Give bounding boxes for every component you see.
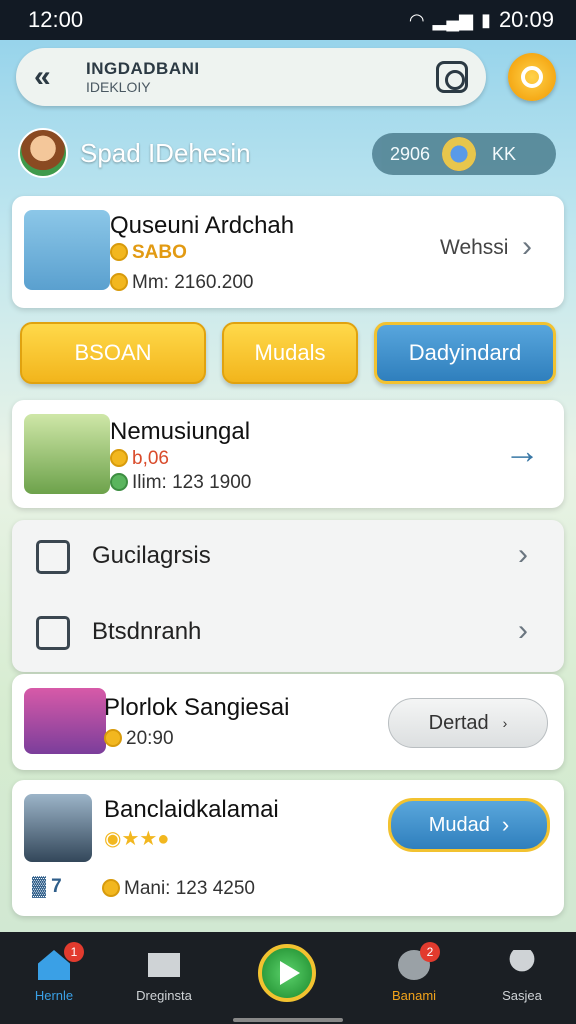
nav-item-home[interactable]: 1 Hernle xyxy=(4,932,104,1024)
nav-label: Banami xyxy=(391,988,437,1003)
nav-item-profile[interactable]: Sasjea xyxy=(472,932,572,1024)
double-chevron-left-icon[interactable]: « xyxy=(34,60,74,94)
signal-icon: ▂▄▆ xyxy=(432,9,474,30)
status-icons: ◠ ▂▄▆ ▮ 20:09 xyxy=(409,7,554,33)
list-item-label: Gucilagrsis xyxy=(92,542,211,569)
currency-pill[interactable]: 2906 KK xyxy=(372,133,556,175)
coin-icon xyxy=(110,449,128,467)
chevron-right-icon[interactable]: › xyxy=(522,230,532,264)
nav-label: Sasjea xyxy=(502,988,542,1003)
coin-icon xyxy=(102,879,120,897)
agent-stat: Mani: 123 4250 xyxy=(102,878,255,900)
header-subtitle: IDEKLOIY xyxy=(86,79,151,95)
details-button[interactable]: Dertad › xyxy=(388,698,548,748)
list-item[interactable]: Gucilagrsis › xyxy=(12,520,564,596)
play-button[interactable] xyxy=(258,944,316,1002)
play-icon xyxy=(280,961,300,985)
event-card[interactable]: Plorlok Sangiesai 20:90 Dertad › xyxy=(12,674,564,770)
nav-item-messages[interactable]: Dreginsta xyxy=(114,932,214,1024)
tab-bsoan[interactable]: BSOAN xyxy=(20,322,206,384)
agent-card[interactable]: Banclaidkalamai ◉★★● ▓ 7 Mani: 123 4250 … xyxy=(12,780,564,916)
agent-count-text: 7 xyxy=(51,876,62,897)
nav-label: Dreginsta xyxy=(136,988,192,1003)
player-name: Quseuni Ardchah xyxy=(110,212,295,239)
coin-icon xyxy=(110,273,128,291)
agent-portrait xyxy=(24,794,92,862)
chevron-right-icon: › xyxy=(518,538,528,571)
coin-icon xyxy=(110,473,128,491)
home-indicator[interactable] xyxy=(233,1018,343,1022)
character-stat: Ilim: 123 1900 xyxy=(110,472,251,494)
star-rating: ◉★★● xyxy=(104,828,170,850)
battery-icon: ▮ xyxy=(481,9,491,30)
scan-icon[interactable] xyxy=(436,61,468,93)
nav-item-banami[interactable]: 2 Banami xyxy=(364,932,464,1024)
wifi-icon: ◠ xyxy=(408,9,425,30)
avatar[interactable] xyxy=(18,128,68,178)
player-portrait xyxy=(24,210,110,290)
coin-icon xyxy=(521,66,543,88)
gem-icon xyxy=(442,137,477,171)
character-name: Nemusiungal xyxy=(110,418,251,445)
tab-mudals[interactable]: Mudals xyxy=(222,322,358,384)
status-time: 12:00 xyxy=(28,7,84,32)
notification-badge: 2 xyxy=(420,942,440,962)
chevron-right-icon: › xyxy=(502,715,508,731)
nav-label: Hernle xyxy=(34,988,74,1003)
notification-badge: 1 xyxy=(64,942,84,962)
player-tag: SABO xyxy=(110,242,187,264)
player-stat: Mm: 2160.200 xyxy=(110,272,253,294)
header-title: INGDADBANI xyxy=(86,59,200,78)
event-thumbnail xyxy=(24,688,106,754)
coin-icon xyxy=(110,243,128,261)
medal-button-label: Mudad xyxy=(428,813,490,836)
character-value: b,06 xyxy=(110,448,169,470)
chevron-right-icon: › xyxy=(501,812,510,837)
currency-suffix: KK xyxy=(492,143,517,164)
details-button-label: Dertad xyxy=(428,711,489,734)
chart-clipboard-icon xyxy=(36,540,70,574)
event-time: 20:90 xyxy=(104,728,174,750)
character-stat-text: Ilim: 123 1900 xyxy=(132,472,252,493)
character-card[interactable]: Nemusiungal b,06 Ilim: 123 1900 → xyxy=(12,400,564,508)
agent-count: ▓ 7 xyxy=(32,876,62,898)
coin-icon xyxy=(104,729,122,747)
event-time-text: 20:90 xyxy=(126,728,174,749)
list-item-label: Btsdnranh xyxy=(92,618,202,645)
checklist-icon xyxy=(36,616,70,650)
header-text: INGDADBANI IDEKLOIY xyxy=(86,59,436,95)
player-card[interactable]: Quseuni Ardchah SABO Mm: 2160.200 Wehssi… xyxy=(12,196,564,308)
event-title: Plorlok Sangiesai xyxy=(104,694,290,721)
chevron-right-icon: › xyxy=(518,614,528,647)
profile-name: Spad IDehesin xyxy=(80,138,251,168)
search-header[interactable]: « INGDADBANI IDEKLOIY xyxy=(16,48,486,106)
player-stat-text: Mm: 2160.200 xyxy=(132,272,254,293)
character-value-text: b,06 xyxy=(132,448,169,469)
player-tag-text: SABO xyxy=(132,242,187,263)
tab-dadyindard[interactable]: Dadyindard xyxy=(374,322,556,384)
grid-icon: ▓ xyxy=(32,876,46,897)
agent-stat-text: Mani: 123 4250 xyxy=(124,878,255,899)
user-icon xyxy=(509,950,535,972)
mail-icon xyxy=(148,953,180,977)
list-item[interactable]: Btsdnranh › xyxy=(12,596,564,672)
arrow-right-icon[interactable]: → xyxy=(504,430,540,472)
agent-name: Banclaidkalamai xyxy=(104,796,279,823)
currency-value: 2906 xyxy=(390,143,431,164)
status-bar: 12:00 ◠ ▂▄▆ ▮ 20:09 xyxy=(0,0,576,40)
coin-button[interactable] xyxy=(508,53,556,101)
status-time-right: 20:09 xyxy=(498,7,554,32)
settings-list: Gucilagrsis › Btsdnranh › xyxy=(12,520,564,672)
card-link[interactable]: Wehssi xyxy=(440,236,508,260)
medal-button[interactable]: Mudad › xyxy=(388,798,550,852)
character-portrait xyxy=(24,414,110,494)
